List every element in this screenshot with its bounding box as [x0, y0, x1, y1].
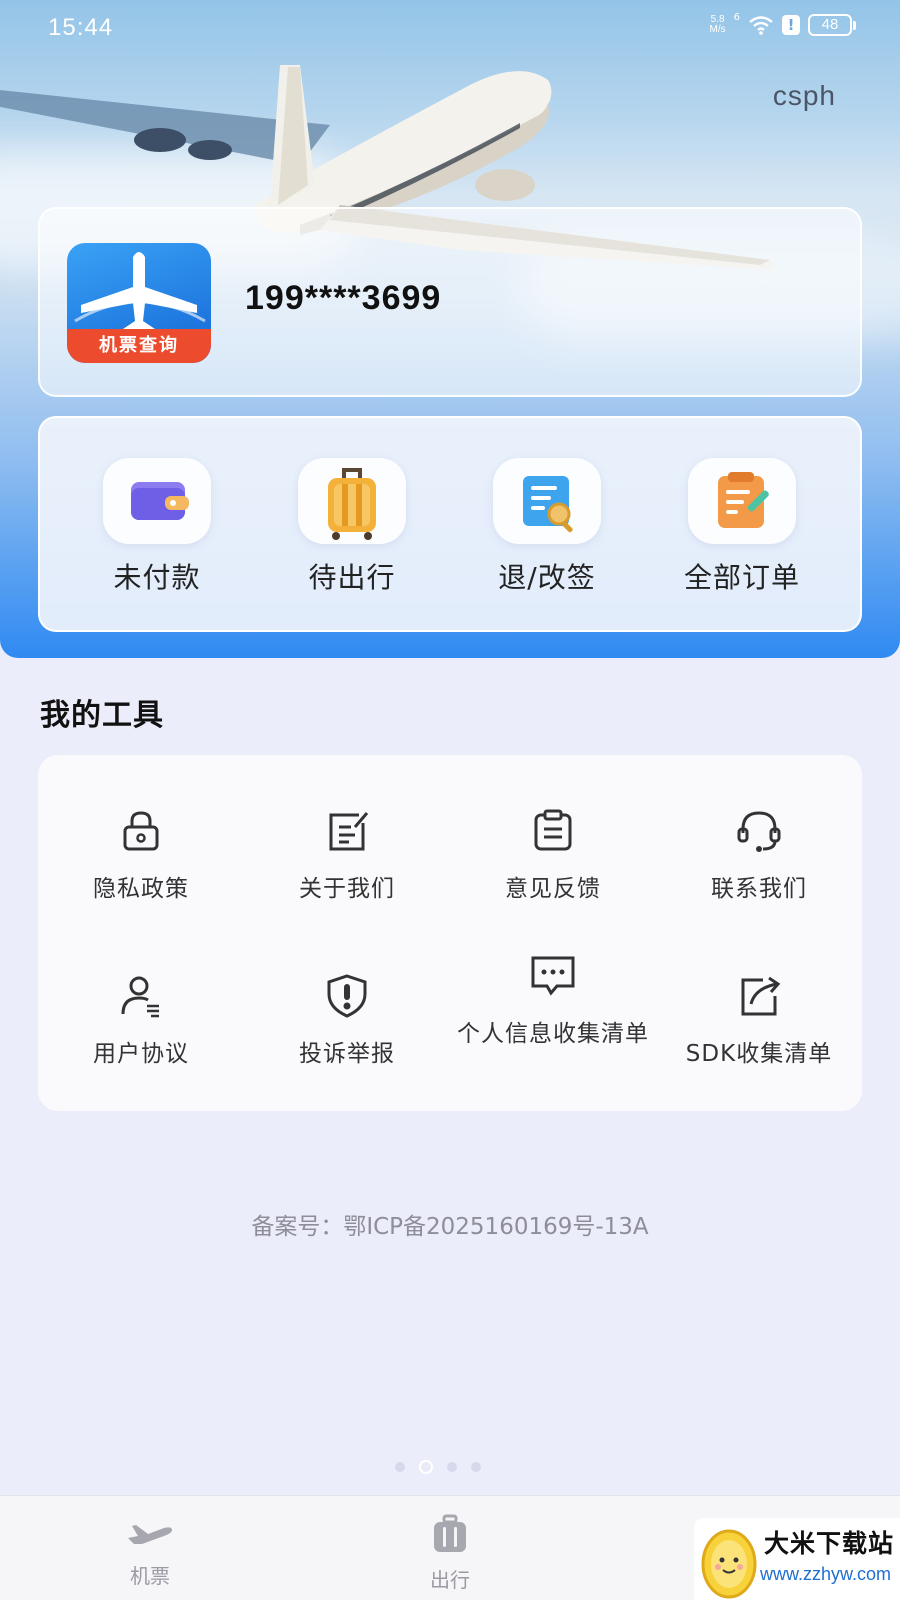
page-dot-active — [419, 1460, 433, 1474]
app-logo: 机票查询 — [67, 243, 211, 363]
order-list-icon — [688, 458, 796, 544]
tool-about-us-label: 关于我们 — [299, 876, 395, 902]
mascot-icon — [701, 1529, 757, 1599]
airplane-icon — [128, 1525, 172, 1544]
page-dot — [471, 1462, 481, 1472]
profile-card[interactable]: 机票查询 199****3699 — [38, 207, 862, 397]
tool-privacy-policy[interactable]: 隐私政策 — [38, 805, 244, 905]
page-dot — [395, 1462, 405, 1472]
order-upcoming[interactable]: 待出行 — [272, 458, 432, 596]
watermark-url: www.zzhyw.com — [760, 1564, 892, 1584]
luggage-icon — [298, 458, 406, 544]
network-speed-unit: M/s — [709, 24, 726, 35]
tools-card: 隐私政策 关于我们 意见反馈 联系我们 用户协议 投诉举报 个人信息收集清单 S… — [38, 755, 862, 1111]
user-phone: 199****3699 — [245, 279, 442, 317]
hero-banner: 15:44 5.8 M/s 6 ! 48 csph 机票查询 199****36… — [0, 0, 900, 658]
clipboard-icon — [534, 809, 572, 851]
tool-feedback[interactable]: 意见反馈 — [450, 805, 656, 905]
order-refund-change[interactable]: 退/改签 — [467, 458, 627, 596]
order-refund-change-label: 退/改签 — [498, 561, 596, 594]
brand-text: csph — [772, 80, 836, 111]
headset-icon — [737, 811, 781, 852]
order-unpaid-label: 未付款 — [113, 561, 201, 594]
tool-contact-us[interactable]: 联系我们 — [656, 805, 862, 905]
edit-note-icon — [329, 812, 369, 851]
alert-icon: ! — [782, 15, 800, 35]
tool-complaint-report-label: 投诉举报 — [299, 1041, 395, 1067]
page-indicator — [395, 1460, 481, 1474]
order-unpaid[interactable]: 未付款 — [77, 458, 237, 596]
tool-privacy-policy-label: 隐私政策 — [93, 876, 189, 902]
watermark-title: 大米下载站 — [764, 1529, 895, 1558]
page-dot — [447, 1462, 457, 1472]
tool-personal-info-list[interactable]: 个人信息收集清单 — [450, 950, 656, 1050]
orders-card: 未付款 待出行 退/改签 全部订单 — [38, 416, 862, 632]
status-time: 15:44 — [48, 14, 114, 41]
tool-complaint-report[interactable]: 投诉举报 — [244, 970, 450, 1070]
shield-alert-icon — [327, 974, 367, 1018]
battery-level: 48 — [808, 14, 852, 36]
wallet-icon — [103, 458, 211, 544]
icp-record: 备案号：鄂ICP备2025160169号-13A — [251, 1214, 649, 1240]
tool-user-agreement[interactable]: 用户协议 — [38, 970, 244, 1070]
order-upcoming-label: 待出行 — [308, 561, 396, 594]
network-speed: 5.8 M/s — [710, 15, 726, 35]
tool-personal-info-list-label: 个人信息收集清单 — [457, 1021, 649, 1047]
tool-about-us[interactable]: 关于我们 — [244, 805, 450, 905]
order-all[interactable]: 全部订单 — [662, 458, 822, 596]
share-out-icon — [741, 976, 781, 1016]
message-dots-icon — [531, 956, 575, 996]
order-all-label: 全部订单 — [683, 561, 800, 594]
suitcase-icon — [434, 1514, 466, 1552]
tool-sdk-list-label: SDK收集清单 — [685, 1041, 833, 1067]
signal-label: 6 — [733, 11, 740, 23]
document-search-icon — [493, 458, 601, 544]
wifi-icon — [749, 16, 773, 35]
battery-icon: 48 — [808, 14, 856, 36]
watermark: 大米下载站 www.zzhyw.com — [694, 1518, 900, 1600]
tab-travel[interactable]: 出行 — [390, 1514, 510, 1593]
airplane-logo-icon — [74, 252, 206, 333]
tool-contact-us-label: 联系我们 — [711, 876, 807, 902]
tab-flights-label: 机票 — [130, 1564, 170, 1588]
status-icons: 5.8 M/s 6 ! 48 — [710, 11, 856, 36]
app-logo-label: 机票查询 — [67, 329, 211, 363]
user-agreement-icon — [121, 976, 159, 1018]
tab-flights[interactable]: 机票 — [90, 1514, 210, 1589]
tool-user-agreement-label: 用户协议 — [93, 1041, 189, 1067]
tools-section-title: 我的工具 — [40, 698, 164, 733]
tool-sdk-list[interactable]: SDK收集清单 — [656, 970, 862, 1070]
tool-feedback-label: 意见反馈 — [505, 876, 601, 902]
battery-tip — [853, 20, 856, 30]
tab-travel-label: 出行 — [430, 1568, 470, 1592]
lock-icon — [123, 811, 159, 851]
status-bar: 15:44 5.8 M/s 6 ! 48 — [0, 0, 900, 60]
